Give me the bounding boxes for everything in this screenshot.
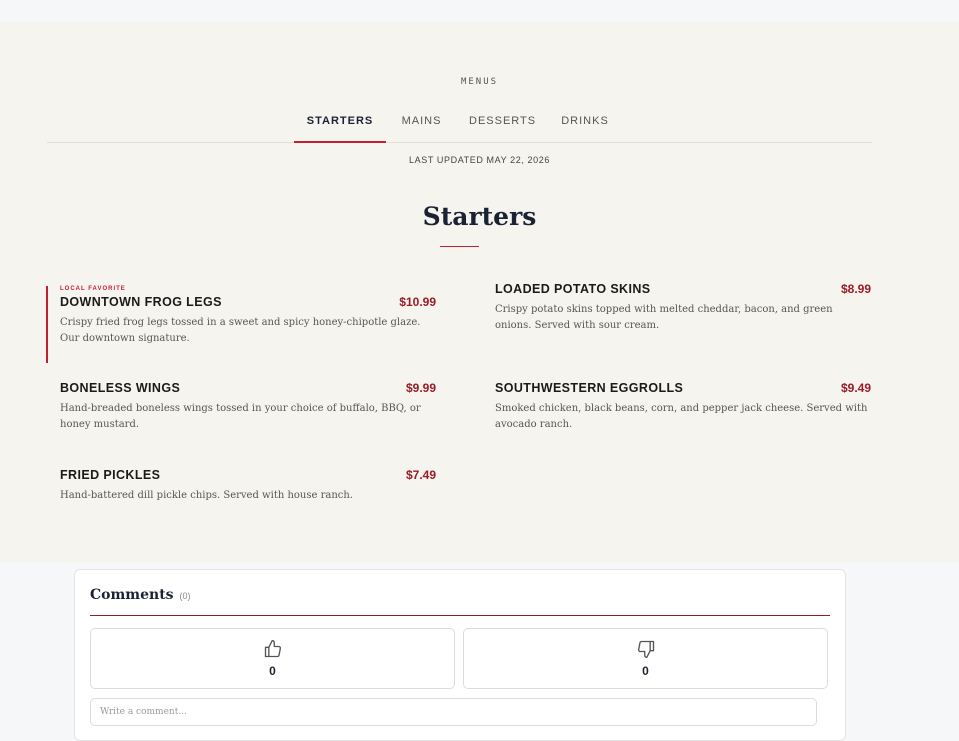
item-description: Crispy potato skins topped with melted c…: [495, 304, 833, 331]
item-description: Hand-battered dill pickle chips. Served …: [60, 490, 353, 501]
item-name: FRIED PICKLES: [60, 468, 161, 482]
tab-desserts[interactable]: DESSERTS: [469, 108, 535, 141]
tab-starters[interactable]: STARTERS: [294, 108, 386, 143]
thumbs-up-icon: [264, 640, 282, 658]
item-price: $8.99: [840, 282, 871, 296]
item-name: SOUTHWESTERN EGGROLLS: [495, 381, 684, 395]
item-description: Hand-breaded boneless wings tossed in yo…: [60, 403, 421, 430]
comments-panel: Comments (0) 0 0: [74, 569, 846, 741]
comments-count: (0): [179, 591, 191, 601]
comments-divider: [90, 615, 830, 616]
menu-section: MENUS STARTERS MAINS DESSERTS DRINKS LAS…: [0, 22, 959, 562]
item-name: LOADED POTATO SKINS: [495, 282, 651, 296]
section-title: Starters: [422, 202, 537, 231]
dislike-count: 0: [642, 664, 649, 678]
menu-item: FRIED PICKLES $7.49 Hand-battered dill p…: [60, 468, 436, 504]
comments-title: Comments: [90, 587, 174, 603]
title-divider: [440, 246, 479, 247]
menu-item: SOUTHWESTERN EGGROLLS $9.49 Smoked chick…: [495, 381, 871, 433]
tab-mains[interactable]: MAINS: [399, 108, 444, 141]
item-price: $7.49: [405, 468, 436, 482]
item-name: DOWNTOWN FROG LEGS: [60, 295, 222, 309]
menus-eyebrow: MENUS: [460, 77, 499, 87]
last-updated: LAST UPDATED MAY 22, 2026: [409, 155, 550, 165]
dislike-button[interactable]: 0: [463, 628, 828, 689]
local-favorite-badge: LOCAL FAVORITE: [60, 286, 126, 292]
comment-input[interactable]: [90, 698, 817, 726]
item-name: BONELESS WINGS: [60, 381, 181, 395]
like-count: 0: [269, 664, 276, 678]
menu-tabs: STARTERS MAINS DESSERTS DRINKS: [47, 108, 872, 143]
comments-heading: Comments (0): [90, 587, 191, 603]
menu-item: LOADED POTATO SKINS $8.99 Crispy potato …: [495, 282, 871, 334]
item-price: $10.99: [399, 295, 436, 309]
menu-item: BONELESS WINGS $9.99 Hand-breaded bonele…: [60, 381, 436, 433]
item-price: $9.49: [840, 381, 871, 395]
item-price: $9.99: [405, 381, 436, 395]
thumbs-down-icon: [637, 640, 655, 658]
like-button[interactable]: 0: [90, 628, 455, 689]
menu-item: LOCAL FAVORITE DOWNTOWN FROG LEGS $10.99…: [46, 286, 436, 363]
item-description: Crispy fried frog legs tossed in a sweet…: [60, 317, 421, 344]
tab-drinks[interactable]: DRINKS: [559, 108, 611, 141]
item-description: Smoked chicken, black beans, corn, and p…: [495, 403, 868, 430]
